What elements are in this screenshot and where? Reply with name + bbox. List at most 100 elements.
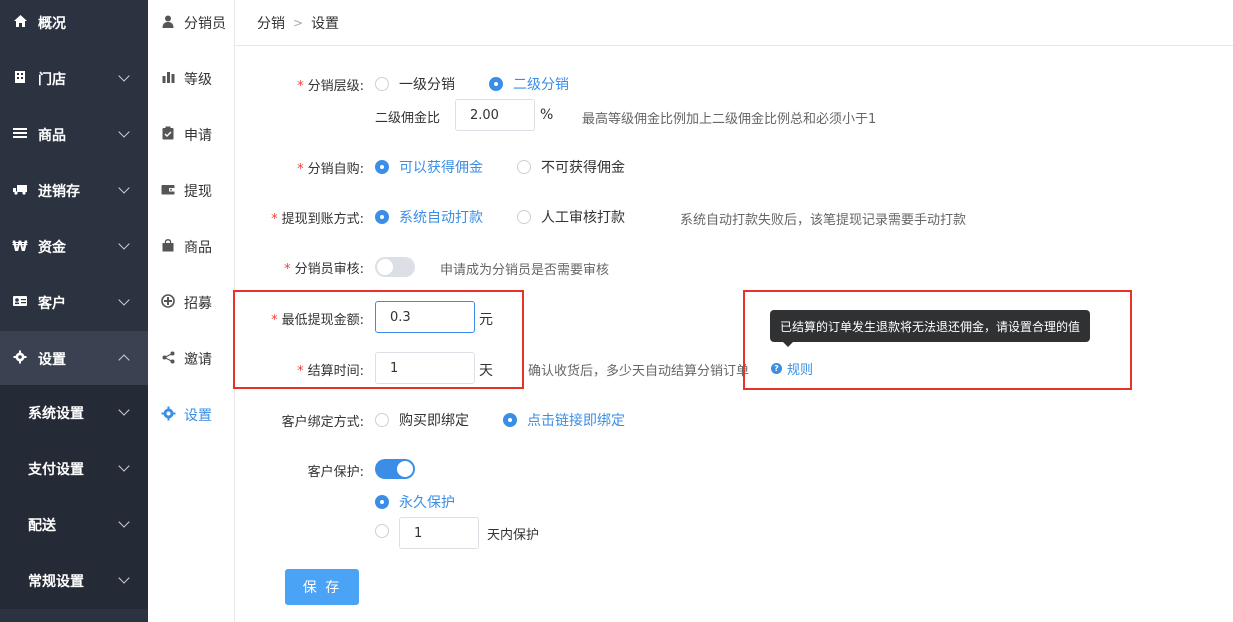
radio-circle — [375, 77, 389, 91]
bar-chart-icon — [160, 71, 176, 87]
save-button[interactable]: 保 存 — [285, 569, 359, 605]
chevron-down-icon — [118, 182, 130, 194]
chevron-down-icon — [118, 70, 130, 82]
level-one-radio[interactable]: 一级分销 — [375, 74, 455, 94]
id-card-icon — [12, 295, 28, 311]
breadcrumb-parent[interactable]: 分销 — [257, 13, 285, 33]
distributor-review-toggle[interactable] — [375, 257, 415, 277]
sidebar-item-overview[interactable]: 概况 — [0, 0, 148, 51]
self-purchase-no-radio[interactable]: 不可获得佣金 — [517, 157, 625, 177]
sidebar-item-label: 客户 — [38, 296, 66, 312]
sidebar-item-label: 进销存 — [38, 184, 80, 200]
subnav-item-products[interactable]: 商品 — [148, 219, 235, 275]
sidebar-item-products[interactable]: 商品 — [0, 107, 148, 163]
subnav-item-applications[interactable]: 申请 — [148, 107, 235, 163]
sidebar-item-settings[interactable]: 设置 — [0, 331, 148, 387]
protect-days-radio[interactable] — [375, 524, 399, 538]
radio-circle — [375, 524, 389, 538]
sidebar-subitem-label: 系统设置 — [28, 406, 84, 422]
sidebar-item-funds[interactable]: ₩ 资金 — [0, 219, 148, 275]
chevron-down-icon — [118, 126, 130, 138]
subnav-item-label: 申请 — [184, 128, 212, 144]
subnav-item-withdraw[interactable]: 提现 — [148, 163, 235, 219]
toggle-knob — [397, 461, 413, 477]
subnav-item-label: 分销员 — [184, 16, 226, 32]
level-two-radio[interactable]: 二级分销 — [489, 74, 569, 94]
sidebar-item-label: 商品 — [38, 128, 66, 144]
subnav-item-label: 邀请 — [184, 352, 212, 368]
chevron-down-icon — [118, 238, 130, 250]
radio-circle — [375, 495, 389, 509]
commission-ratio-label: 二级佣金比 — [375, 111, 441, 126]
protect-days-suffix: 天内保护 — [487, 528, 540, 543]
distribution-subnav: 分销员 等级 申请 提现 商品 招募 邀请 设置 — [148, 0, 235, 622]
radio-label: 购买即绑定 — [399, 413, 469, 429]
radio-circle — [517, 160, 531, 174]
percent-unit: % — [540, 107, 554, 123]
subnav-item-recruit[interactable]: 招募 — [148, 275, 235, 331]
list-icon — [12, 127, 28, 143]
distributor-review-hint: 申请成为分销员是否需要审核 — [440, 263, 610, 278]
sidebar-item-inventory[interactable]: 进销存 — [0, 163, 148, 219]
radio-label: 一级分销 — [399, 77, 455, 93]
commission-ratio-hint: 最高等级佣金比例加上二级佣金比例总和必须小于1 — [582, 112, 877, 127]
withdraw-auto-radio[interactable]: 系统自动打款 — [375, 207, 483, 227]
sidebar-item-label: 设置 — [38, 352, 66, 368]
radio-circle — [517, 210, 531, 224]
home-icon — [12, 14, 28, 32]
chevron-down-icon — [118, 516, 130, 528]
radio-circle — [375, 413, 389, 427]
radio-label: 点击链接即绑定 — [527, 413, 625, 429]
radio-label: 永久保护 — [399, 495, 455, 511]
radio-circle — [503, 413, 517, 427]
wallet-icon — [160, 183, 176, 199]
subnav-item-invite[interactable]: 邀请 — [148, 331, 235, 387]
protect-forever-radio[interactable]: 永久保护 — [375, 492, 455, 512]
won-icon: ₩ — [12, 239, 28, 255]
sidebar-item-label: 资金 — [38, 240, 66, 256]
self-purchase-label: * 分销自购: — [297, 162, 364, 177]
bag-icon — [160, 238, 176, 256]
radio-label: 不可获得佣金 — [541, 160, 625, 176]
subnav-item-levels[interactable]: 等级 — [148, 51, 235, 107]
sidebar-subitem-payment-settings[interactable]: 支付设置 — [0, 441, 148, 497]
subnav-item-label: 设置 — [184, 408, 212, 424]
radio-circle — [489, 77, 503, 91]
breadcrumb: 分销 > 设置 — [235, 0, 1233, 46]
chevron-down-icon — [118, 460, 130, 472]
commission-ratio-input[interactable] — [455, 99, 535, 131]
customer-protect-toggle[interactable] — [375, 459, 415, 479]
protect-days-input[interactable] — [399, 517, 479, 549]
sidebar-subitem-system-settings[interactable]: 系统设置 — [0, 385, 148, 441]
recruit-icon — [160, 294, 176, 312]
sidebar-item-customers[interactable]: 客户 — [0, 275, 148, 331]
distribution-level-label: * 分销层级: — [297, 79, 364, 94]
sidebar-item-stores[interactable]: 门店 — [0, 51, 148, 107]
withdraw-manual-radio[interactable]: 人工审核打款 — [517, 207, 625, 227]
chevron-up-icon — [118, 354, 130, 366]
radio-label: 二级分销 — [513, 77, 569, 93]
withdraw-method-label: * 提现到账方式: — [271, 212, 364, 227]
chevron-right-icon: > — [293, 15, 304, 30]
sidebar-subitem-label: 配送 — [28, 518, 56, 534]
subnav-item-label: 商品 — [184, 240, 212, 256]
distributor-review-label: * 分销员审核: — [284, 262, 364, 277]
chevron-down-icon — [118, 404, 130, 416]
subnav-item-distributors[interactable]: 分销员 — [148, 0, 235, 51]
highlight-box-left — [233, 290, 524, 389]
sidebar-subitem-label: 支付设置 — [28, 462, 84, 478]
gear-icon — [12, 350, 28, 368]
withdraw-method-hint: 系统自动打款失败后，该笔提现记录需要手动打款 — [680, 213, 967, 228]
sidebar-subitem-general-settings[interactable]: 常规设置 — [0, 553, 148, 609]
sidebar-item-label: 门店 — [38, 72, 66, 88]
self-purchase-yes-radio[interactable]: 可以获得佣金 — [375, 157, 483, 177]
subnav-item-label: 招募 — [184, 296, 212, 312]
share-icon — [160, 351, 176, 368]
settle-time-hint: 确认收货后，多少天自动结算分销订单 — [528, 364, 750, 379]
subnav-item-settings[interactable]: 设置 — [148, 387, 235, 443]
radio-label: 可以获得佣金 — [399, 160, 483, 176]
radio-circle — [375, 160, 389, 174]
bind-on-purchase-radio[interactable]: 购买即绑定 — [375, 410, 469, 430]
bind-on-click-radio[interactable]: 点击链接即绑定 — [503, 410, 625, 430]
sidebar-subitem-delivery[interactable]: 配送 — [0, 497, 148, 553]
